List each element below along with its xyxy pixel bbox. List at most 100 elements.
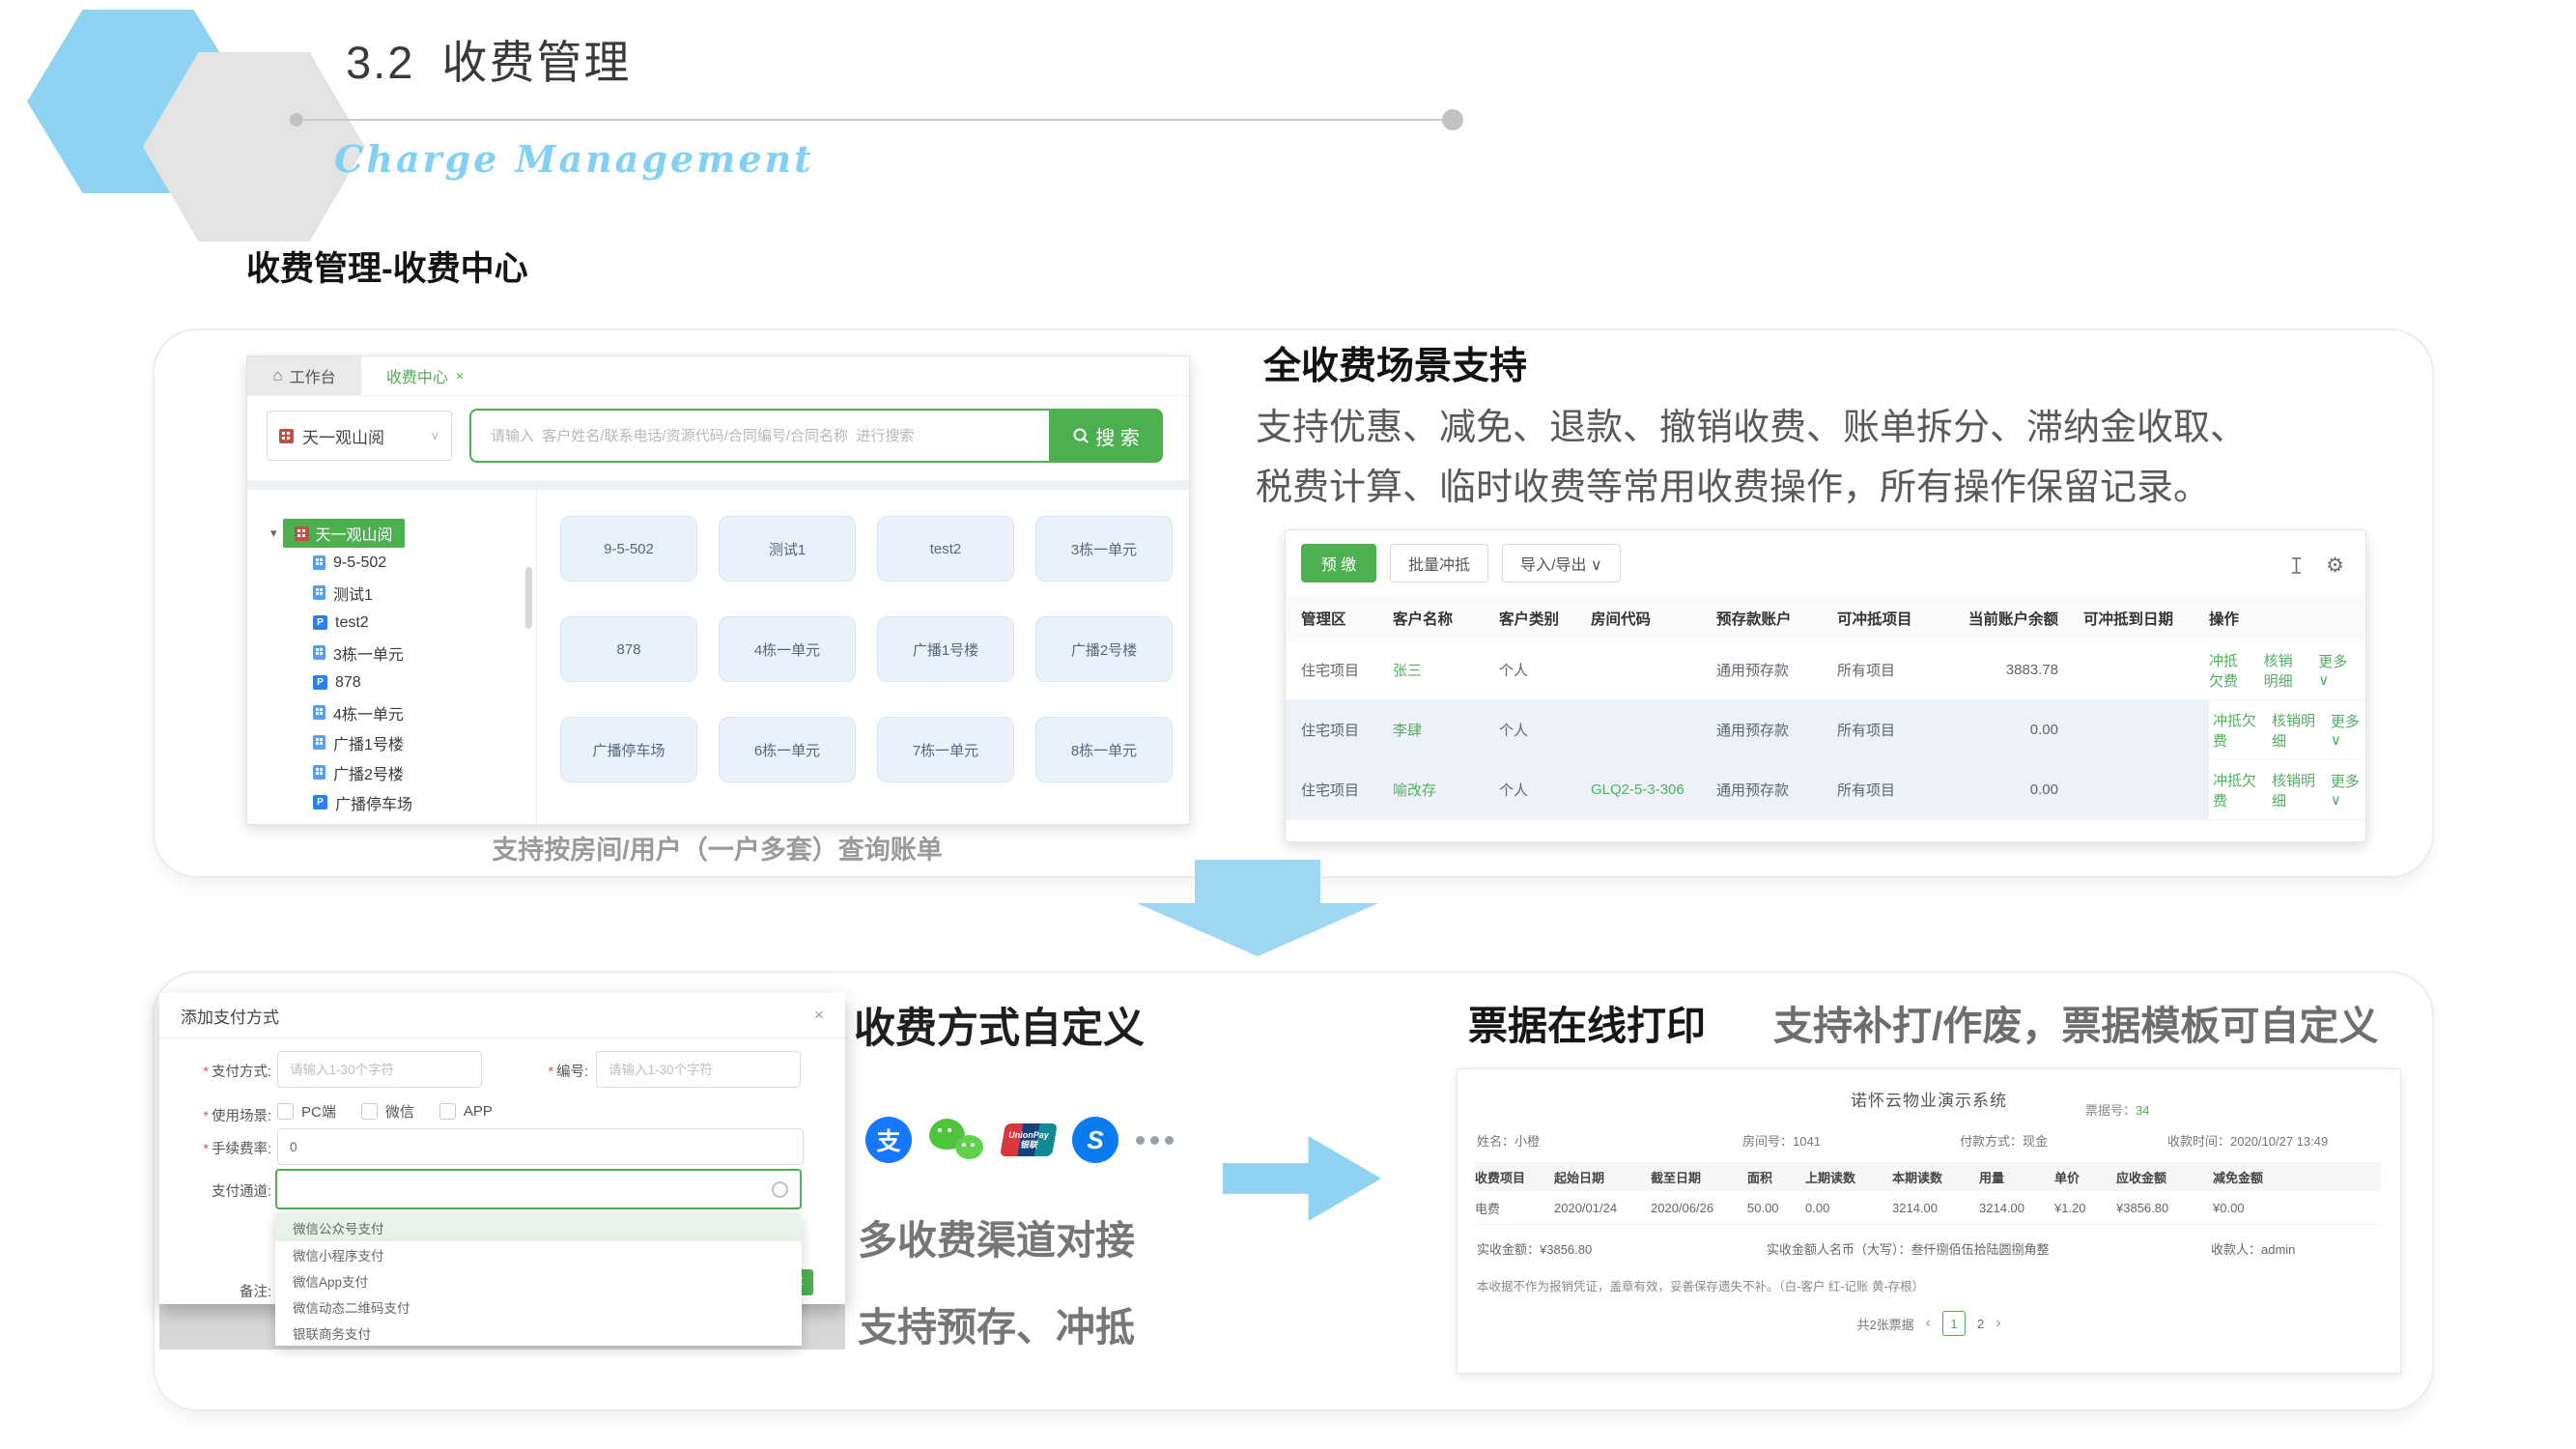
checkbox-wechat[interactable]: 微信 (361, 1101, 414, 1122)
room-card[interactable]: 7栋一单元 (877, 717, 1014, 782)
room-card[interactable]: 3栋一单元 (1035, 516, 1173, 582)
tree-item[interactable]: 9-5-502 (313, 548, 536, 578)
screenshot-caption: 支持按房间/用户（一户多套）查询账单 (246, 829, 1188, 867)
alipay-icon: 支 (865, 1117, 912, 1163)
writeoff-detail-link[interactable]: 核销明细 (2272, 770, 2318, 810)
tab-close-icon[interactable]: × (456, 368, 464, 384)
writeoff-detail-link[interactable]: 核销明细 (2272, 710, 2318, 751)
search-input[interactable] (469, 409, 1049, 463)
tab-charge-center[interactable]: 收费中心 × (361, 356, 489, 395)
clear-icon[interactable] (772, 1181, 788, 1198)
payment-channel-input[interactable] (275, 1169, 802, 1209)
ticket-number-label: 票据号： (2085, 1103, 2136, 1118)
receipt-cashier: 收款人：admin (2211, 1239, 2295, 1258)
room-card[interactable]: 878 (560, 616, 697, 682)
more-link[interactable]: 更多 ∨ (2331, 771, 2365, 809)
channels-line2: 支持预存、冲抵 (858, 1294, 1135, 1352)
table-row: 住宅项目 李肆 个人 通用预存款 所有项目 0.00 冲抵欠费核销明细更多 ∨ (1286, 700, 2365, 760)
receipt-amount-in-words: 实收金额人名币（大写）：叁仟捌佰伍拾陆圆捌角整 (1767, 1239, 2050, 1258)
room-card[interactable]: test2 (877, 516, 1014, 582)
code-input[interactable] (596, 1051, 801, 1088)
room-card[interactable]: 广播1号楼 (877, 616, 1014, 682)
checkbox-icon[interactable] (277, 1103, 294, 1120)
more-link[interactable]: 更多 ∨ (2331, 711, 2365, 749)
cell-customer[interactable]: 李肆 (1393, 720, 1499, 740)
tree-item[interactable]: 4栋一单元 (313, 697, 536, 727)
caret-down-icon[interactable]: ▾ (270, 526, 277, 541)
dropdown-option[interactable]: 微信App支付 (275, 1267, 802, 1293)
room-card[interactable]: 广播停车场 (560, 717, 697, 782)
dialog-close-icon[interactable]: × (814, 1006, 824, 1025)
cell-room[interactable]: GLQ2-5-3-306 (1591, 781, 1716, 798)
tree-item[interactable]: 广播2号楼 (313, 757, 536, 787)
room-card[interactable]: 4栋一单元 (719, 616, 856, 682)
room-card[interactable]: 广播2号楼 (1035, 616, 1173, 682)
chevron-down-icon: ∨ (430, 428, 439, 443)
room-card[interactable]: 9-5-502 (560, 516, 697, 582)
tree-item[interactable]: 广播1号楼 (313, 727, 536, 757)
building-icon (313, 555, 326, 570)
offset-arrears-link[interactable]: 冲抵欠费 (2213, 770, 2259, 810)
header-cell: 管理区 (1301, 608, 1393, 629)
table-row: 住宅项目 喻改存 个人 GLQ2-5-3-306 通用预存款 所有项目 0.00… (1286, 760, 2365, 820)
room-card[interactable]: 6栋一单元 (719, 717, 856, 782)
tree-item-label: 4栋一单元 (333, 701, 404, 724)
dropdown-option[interactable]: 微信动态二维码支付 (275, 1293, 802, 1320)
tab-workbench[interactable]: ⌂ 工作台 (247, 356, 361, 395)
room-card[interactable]: 测试1 (719, 516, 856, 582)
tree-item[interactable]: Ptest2 (313, 608, 536, 638)
settings-gear-icon[interactable]: ⚙ (2326, 554, 2344, 578)
offset-arrears-link[interactable]: 冲抵欠费 (2209, 650, 2251, 691)
search-button[interactable]: 搜 索 (1049, 409, 1163, 463)
tree-item[interactable]: P广播停车场 (313, 787, 536, 817)
cell-account: 通用预存款 (1716, 660, 1837, 680)
billing-table-screenshot: 预 缴 批量冲抵 导入/导出 ∨ ⚙ 管理区 客户名称 客户类别 房间代码 预存… (1285, 529, 2366, 842)
building-icon (313, 735, 326, 750)
cell-customer[interactable]: 张三 (1393, 660, 1499, 680)
tree-item[interactable]: 3栋一单元 (313, 638, 536, 668)
room-card[interactable]: 8栋一单元 (1035, 717, 1173, 782)
writeoff-detail-link[interactable]: 核销明细 (2264, 650, 2307, 691)
receipt-cell: 2020/01/24 (1554, 1201, 1651, 1215)
payment-method-input[interactable] (277, 1051, 482, 1088)
more-link[interactable]: 更多 ∨ (2318, 651, 2350, 689)
tree-item[interactable]: 6栋一单元 (313, 817, 536, 824)
dropdown-option[interactable]: 微信公众号支付 (275, 1213, 802, 1241)
cell-customer[interactable]: 喻改存 (1393, 780, 1499, 800)
column-width-icon[interactable] (2288, 556, 2305, 575)
project-select[interactable]: 天一观山阅 ∨ (267, 411, 452, 461)
unionpay-icon: UnionPay银联 (1000, 1123, 1058, 1156)
building-icon (313, 705, 326, 720)
receipt-info-item: 付款方式：现金 (1960, 1131, 2048, 1150)
page-next-icon[interactable]: › (1996, 1315, 2000, 1332)
tree-item[interactable]: P878 (313, 668, 536, 697)
tree-root[interactable]: ▾ 天一观山阅 (270, 519, 536, 548)
checkbox-pc[interactable]: PC端 (277, 1101, 336, 1122)
wechat-icon (929, 1117, 985, 1163)
prepay-button[interactable]: 预 缴 (1301, 544, 1376, 582)
receipt-info-item: 姓名：小橙 (1477, 1131, 1540, 1150)
section-title: 3.2收费管理 (346, 25, 631, 92)
section-title-text: 收费管理 (441, 37, 631, 88)
subtitle-english: Charge Management (334, 137, 814, 181)
search-button-label: 搜 索 (1095, 422, 1140, 450)
tree-scrollbar[interactable] (525, 567, 532, 629)
import-export-button[interactable]: 导入/导出 ∨ (1502, 544, 1621, 582)
page-1[interactable]: 1 (1942, 1311, 1966, 1336)
offset-arrears-link[interactable]: 冲抵欠费 (2213, 710, 2259, 751)
page-2[interactable]: 2 (1977, 1317, 1984, 1331)
checkbox-app[interactable]: APP (439, 1101, 493, 1122)
scenario-desc-line2: 税费计算、临时收费等常用收费操作，所有操作保留记录。 (1256, 458, 2247, 518)
tree-item[interactable]: 测试1 (313, 578, 536, 608)
dropdown-option[interactable]: 银联商务支付 (275, 1320, 802, 1346)
cell-type: 个人 (1499, 720, 1591, 740)
project-select-value: 天一观山阅 (302, 424, 384, 448)
receipt-header-cell: 应收金额 (2116, 1168, 2213, 1186)
batch-offset-button[interactable]: 批量冲抵 (1390, 544, 1488, 582)
receipt-note: 本收据不作为报销凭证，盖章有效，妥善保存遗失不补。（白-客户 红-记账 黄-存根… (1477, 1276, 1924, 1294)
dropdown-option[interactable]: 微信小程序支付 (275, 1241, 802, 1267)
checkbox-icon[interactable] (439, 1103, 456, 1120)
fee-rate-input[interactable] (277, 1128, 804, 1165)
checkbox-icon[interactable] (361, 1103, 378, 1120)
page-prev-icon[interactable]: ‹ (1926, 1315, 1931, 1332)
